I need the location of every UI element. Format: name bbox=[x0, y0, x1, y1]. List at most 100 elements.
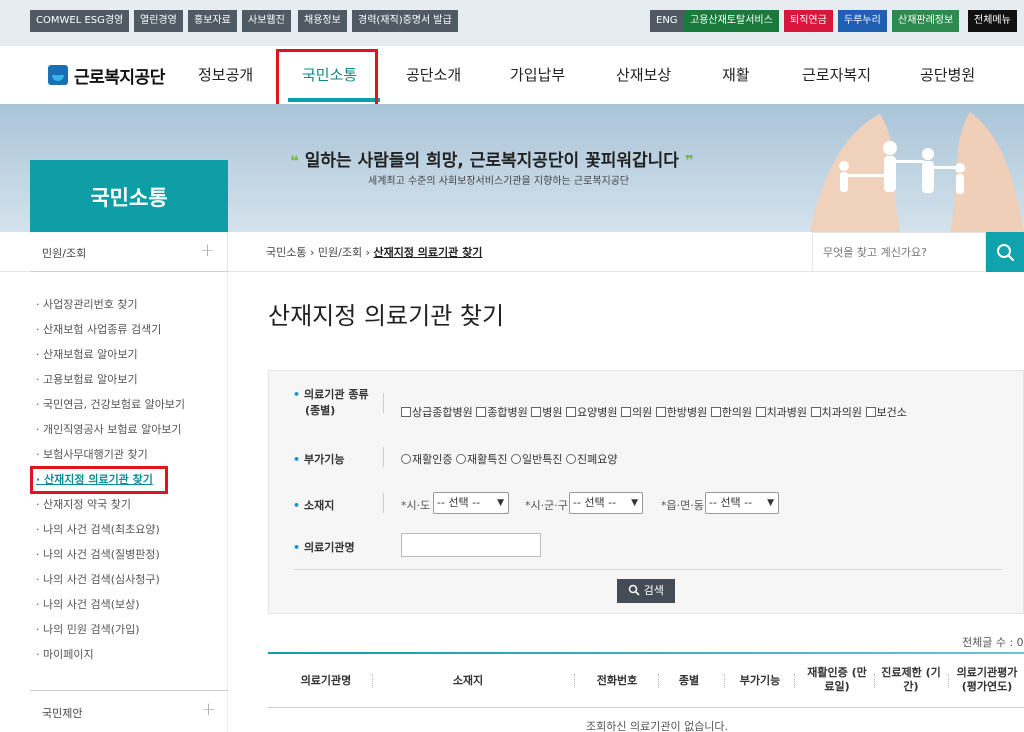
radio-func-3[interactable]: 진폐요양 bbox=[565, 453, 617, 466]
checkbox-type-7[interactable]: 치과병원 bbox=[755, 406, 807, 419]
results-table-header: 의료기관명 소재지 전화번호 종별 부가기능 재활인증 (만료일) 진료제한 (… bbox=[268, 654, 1024, 708]
form-divider bbox=[293, 569, 1003, 570]
nav-join-pay[interactable]: 가입납부 bbox=[510, 64, 565, 85]
checkbox-type-8[interactable]: 치과의원 bbox=[810, 406, 862, 419]
util-link-certificate[interactable]: 경력(재직)증명서 발급 bbox=[352, 10, 458, 32]
column-divider bbox=[724, 674, 725, 688]
highlight-box-sidebar bbox=[30, 466, 168, 494]
search-input[interactable] bbox=[813, 233, 973, 271]
col-header-evaluation: 의료기관평가 (평가연도) bbox=[956, 666, 1018, 693]
util-eng[interactable]: ENG bbox=[650, 10, 684, 32]
nav-info-disclosure[interactable]: 정보공개 bbox=[198, 64, 253, 85]
search-submit-button[interactable]: 검색 bbox=[617, 579, 675, 603]
nav-compensation[interactable]: 산재보상 bbox=[616, 64, 671, 85]
total-count: 전체글 수 : 0 bbox=[962, 636, 1024, 649]
checkbox-type-6[interactable]: 한의원 bbox=[710, 406, 752, 419]
plus-icon[interactable]: + bbox=[200, 240, 215, 261]
empty-result-message: 조회하신 의료기관이 없습니다. bbox=[586, 720, 729, 732]
eupmyeon-select[interactable]: -- 선택 -- ▼ bbox=[705, 492, 779, 514]
sigungu-select[interactable]: -- 선택 -- ▼ bbox=[569, 492, 643, 514]
site-search bbox=[812, 232, 986, 272]
close-quote-icon: ❞ bbox=[684, 152, 694, 170]
logo-icon bbox=[48, 65, 68, 85]
col-header-address: 소재지 bbox=[452, 674, 484, 687]
nav-worker-welfare[interactable]: 근로자복지 bbox=[802, 64, 871, 85]
open-quote-icon: ❝ bbox=[290, 152, 299, 170]
sidebar-item-case-initial[interactable]: · 나의 사건 검색(최초요양) bbox=[36, 521, 160, 537]
nav-rehab[interactable]: 재활 bbox=[722, 64, 750, 85]
sidebar-item-pension-health[interactable]: · 국민연금, 건강보험료 알아보기 bbox=[36, 396, 185, 412]
breadcrumb: 국민소통 › 민원/조회 › 산재지정 의료기관 찾기 bbox=[266, 244, 482, 260]
column-divider bbox=[874, 674, 875, 688]
sidebar-item-mypage[interactable]: · 마이페이지 bbox=[36, 646, 94, 662]
breadcrumb-current: 산재지정 의료기관 찾기 bbox=[373, 246, 483, 259]
plus-icon[interactable]: + bbox=[201, 699, 216, 720]
search-button[interactable] bbox=[986, 232, 1024, 272]
util-all-menu[interactable]: 전체메뉴 bbox=[968, 10, 1017, 32]
logo-text: 근로복지공단 bbox=[74, 67, 165, 88]
label-divider bbox=[383, 393, 384, 413]
label-divider bbox=[383, 493, 384, 513]
radio-func-1[interactable]: 재활특진 bbox=[455, 453, 507, 466]
sidebar-section-label: 국민제안 bbox=[42, 707, 83, 720]
util-precedent[interactable]: 산재판례정보 bbox=[892, 10, 960, 32]
sidebar-item-direct-construction[interactable]: · 개인직영공사 보험료 알아보기 bbox=[36, 421, 182, 437]
util-pension[interactable]: 퇴직연금 bbox=[784, 10, 833, 32]
func-label: • 부가기능 bbox=[293, 453, 345, 466]
hero-subtitle: 세계최고 수준의 사회보장서비스기관을 지향하는 근로복지공단 bbox=[368, 176, 630, 187]
sidebar-item-industry-type[interactable]: · 산재보험 사업종류 검색기 bbox=[36, 321, 161, 337]
sidebar-item-accident-premium[interactable]: · 산재보험료 알아보기 bbox=[36, 346, 138, 362]
util-total-service[interactable]: 고용산재토탈서비스 bbox=[684, 10, 779, 32]
chevron-down-icon: ▼ bbox=[497, 498, 504, 508]
column-divider bbox=[794, 674, 795, 688]
checkbox-type-2[interactable]: 병원 bbox=[531, 406, 562, 419]
checkbox-type-3[interactable]: 요양병원 bbox=[565, 406, 617, 419]
checkbox-type-1[interactable]: 종합병원 bbox=[476, 406, 528, 419]
sidebar-item-workplace-number[interactable]: · 사업장관리번호 찾기 bbox=[36, 296, 138, 312]
nav-hospital[interactable]: 공단병원 bbox=[920, 64, 975, 85]
util-link-open[interactable]: 열린경영 bbox=[134, 10, 183, 32]
sidebar-item-civil-join[interactable]: · 나의 민원 검색(가입) bbox=[36, 621, 140, 637]
search-icon bbox=[997, 244, 1015, 262]
util-link-esg[interactable]: COMWEL ESG경영 bbox=[30, 10, 130, 32]
sidebar-item-case-review[interactable]: · 나의 사건 검색(심사청구) bbox=[36, 571, 160, 587]
breadcrumb-item[interactable]: 민원/조회 bbox=[318, 246, 362, 259]
checkbox-type-9[interactable]: 보건소 bbox=[865, 406, 907, 419]
util-link-recruit[interactable]: 채용정보 bbox=[298, 10, 347, 32]
util-link-pr[interactable]: 홍보자료 bbox=[188, 10, 237, 32]
sido-select[interactable]: -- 선택 -- ▼ bbox=[433, 492, 509, 514]
radio-func-2[interactable]: 일반특진 bbox=[510, 453, 562, 466]
main-navigation: 근로복지공단 정보공개 국민소통 공단소개 가입납부 산재보상 재활 근로자복지… bbox=[30, 46, 1024, 104]
section-title: 국민소통 bbox=[90, 186, 168, 210]
col-header-rehab: 재활인증 (만료일) bbox=[807, 666, 867, 693]
checkbox-type-5[interactable]: 한방병원 bbox=[655, 406, 707, 419]
sidebar-item-case-disease[interactable]: · 나의 사건 검색(질병판정) bbox=[36, 546, 160, 562]
checkbox-type-0[interactable]: 상급종합병원 bbox=[401, 406, 473, 419]
sidebar-item-employment-premium[interactable]: · 고용보험료 알아보기 bbox=[36, 371, 138, 387]
chevron-down-icon: ▼ bbox=[631, 498, 638, 508]
hands-family-illustration bbox=[810, 112, 1024, 232]
breadcrumb-item[interactable]: 국민소통 bbox=[266, 246, 306, 259]
radio-func-0[interactable]: 재활인증 bbox=[401, 453, 452, 466]
util-link-webzine[interactable]: 사보웹진 bbox=[242, 10, 291, 32]
sidebar-section-proposal[interactable]: 국민제안 + bbox=[30, 690, 228, 732]
sido-label: *시·도 bbox=[401, 499, 431, 512]
institution-name-input[interactable] bbox=[401, 533, 541, 557]
nav-about[interactable]: 공단소개 bbox=[406, 64, 461, 85]
sidebar-header-label: 민원/조회 bbox=[42, 247, 87, 260]
sidebar-item-pharmacy[interactable]: · 산재지정 약국 찾기 bbox=[36, 496, 131, 512]
util-durunuri[interactable]: 두루누리 bbox=[838, 10, 887, 32]
utility-bar: COMWEL ESG경영 열린경영 홍보자료 사보웹진 채용정보 경력(재직)증… bbox=[0, 0, 1024, 46]
sidebar-item-agency[interactable]: · 보험사무대행기관 찾기 bbox=[36, 446, 148, 462]
hero-slogan: ❝ 일하는 사람들의 희망, 근로복지공단이 꽃피워갑니다 ❞ bbox=[290, 146, 694, 171]
label-divider bbox=[383, 447, 384, 467]
sidebar-header[interactable]: 민원/조회 + bbox=[30, 232, 228, 272]
col-header-function: 부가기능 bbox=[739, 674, 781, 687]
sidebar-item-case-compensation[interactable]: · 나의 사건 검색(보상) bbox=[36, 596, 140, 612]
search-form: • 의료기관 종류 (종별) 상급종합병원 종합병원 병원 요양병원 의원 한방병… bbox=[268, 370, 1024, 614]
type-label: • 의료기관 종류 (종별) bbox=[293, 388, 369, 417]
search-icon bbox=[628, 584, 640, 596]
checkbox-type-4[interactable]: 의원 bbox=[620, 406, 652, 419]
site-logo[interactable]: 근로복지공단 bbox=[48, 60, 165, 90]
location-label: • 소재지 bbox=[293, 499, 335, 512]
